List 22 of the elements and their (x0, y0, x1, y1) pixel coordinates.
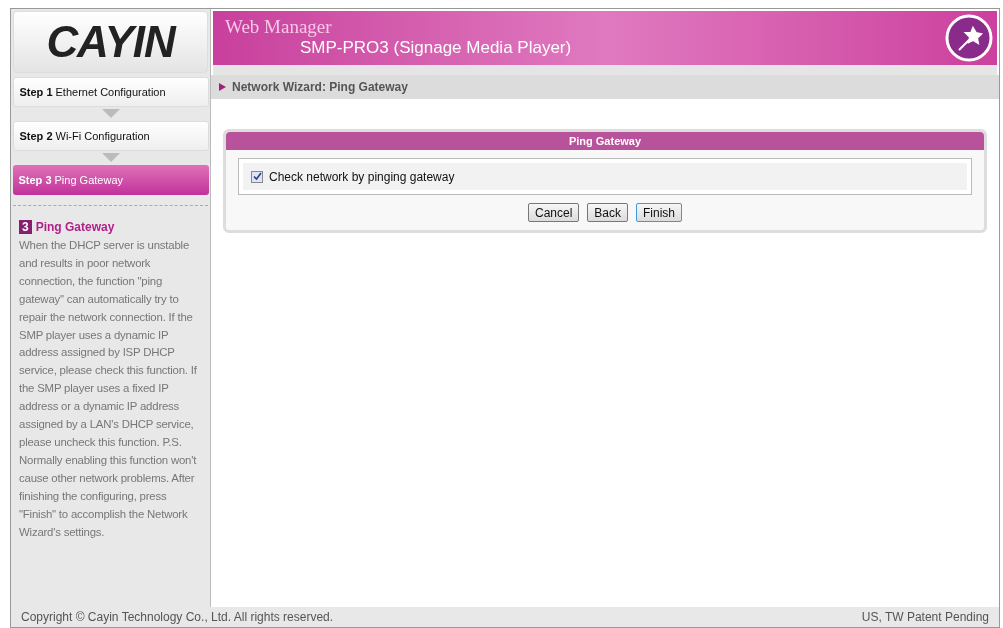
step-item[interactable]: Step 1 Ethernet Configuration (12, 77, 209, 107)
dialog-button[interactable]: Back (587, 203, 628, 222)
down-arrow-icon (101, 109, 120, 119)
dialog-button[interactable]: Cancel (527, 203, 580, 222)
patent-text: US, TW Patent Pending (861, 609, 989, 626)
checkbox[interactable] (251, 170, 263, 183)
breadcrumb-text: Network Wizard: Ping Gateway (232, 79, 408, 96)
down-arrow-icon (101, 153, 120, 163)
help-title: Ping Gateway (35, 219, 115, 236)
check-icon (252, 172, 262, 181)
logo: CAYIN (46, 20, 175, 64)
header-subtitle: SMP-PRO3 (Signage Media Player) (300, 37, 572, 59)
help-text: When the DHCP server is unstable and results in poor network connection, the function "ping gateway" can automatically try to repair the network connection. If the SMP player uses a dynamic IP address assigned by ISP DHCP service, please check this function. If the SMP player uses a fixed IP address or a dynamic IP address assigned by a LAN's DHCP service, please uncheck this function. P.S. Normally enabling this function won't cause other network problems. After finishing the configuring, press "Finish" to accomplish the Network Wizard's settings. (19, 238, 198, 540)
checkbox-label: Check network by pinging gateway (269, 168, 455, 186)
step-item[interactable]: Step 3 Ping Gateway (12, 165, 209, 195)
triangle-right-icon (219, 83, 226, 91)
header-title: Web Manager (225, 17, 333, 37)
copyright-text: Copyright © Cayin Technology Co., Ltd. All rights reserved. (21, 609, 334, 626)
panel-title: Ping Gateway (226, 132, 984, 150)
dialog-button[interactable]: Finish (636, 203, 683, 222)
step-item[interactable]: Step 2 Wi-Fi Configuration (12, 121, 209, 151)
step-number-badge: 3 (19, 220, 32, 234)
